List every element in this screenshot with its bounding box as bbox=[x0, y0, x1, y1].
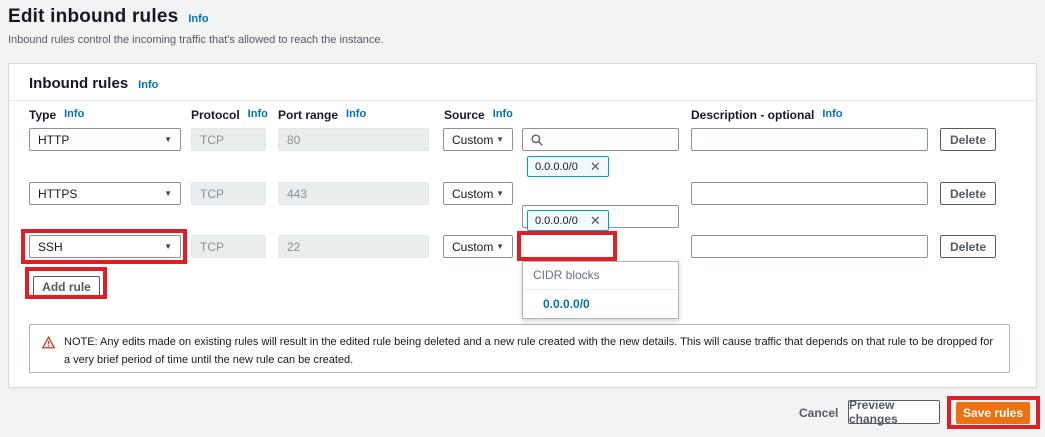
type-select-row3-value: SSH bbox=[38, 240, 63, 254]
column-header-port-range: Port range bbox=[278, 108, 338, 122]
protocol-value-row2: TCP bbox=[200, 187, 224, 201]
protocol-field-row2: TCP bbox=[191, 182, 266, 205]
add-rule-button[interactable]: Add rule bbox=[33, 276, 100, 298]
type-select-row2[interactable]: HTTPS ▼ bbox=[29, 182, 181, 205]
add-rule-button-label: Add rule bbox=[42, 280, 91, 294]
chevron-down-icon: ▼ bbox=[164, 136, 172, 144]
panel-title: Inbound rules bbox=[29, 75, 128, 92]
delete-button-row1[interactable]: Delete bbox=[940, 128, 996, 151]
chevron-down-icon: ▼ bbox=[164, 243, 172, 251]
type-select-row2-value: HTTPS bbox=[38, 187, 77, 201]
warning-icon bbox=[42, 336, 55, 349]
chevron-down-icon: ▼ bbox=[496, 190, 504, 198]
port-range-value-row2: 443 bbox=[287, 187, 307, 201]
protocol-field-row1: TCP bbox=[191, 128, 266, 151]
column-type-info-link[interactable]: Info bbox=[64, 108, 84, 122]
page-subtitle: Inbound rules control the incoming traff… bbox=[8, 34, 384, 46]
page-title: Edit inbound rules bbox=[8, 6, 178, 28]
delete-button-row3[interactable]: Delete bbox=[940, 235, 996, 258]
port-range-value-row1: 80 bbox=[287, 133, 300, 147]
cidr-chip-row1-value: 0.0.0.0/0 bbox=[535, 161, 578, 173]
cidr-chip-row2: 0.0.0.0/0 ✕ bbox=[527, 210, 609, 231]
source-select-row2[interactable]: Custom ▼ bbox=[443, 182, 513, 205]
panel-title-info-link[interactable]: Info bbox=[138, 79, 158, 91]
delete-button-row2-label: Delete bbox=[950, 187, 986, 201]
note-text: NOTE: Any edits made on existing rules w… bbox=[64, 334, 997, 363]
delete-button-row1-label: Delete bbox=[950, 133, 986, 147]
delete-button-row3-label: Delete bbox=[950, 240, 986, 254]
port-range-field-row2: 443 bbox=[278, 182, 429, 205]
panel-header: Inbound rules Info bbox=[9, 64, 1036, 101]
cidr-group-label: CIDR blocks bbox=[523, 262, 678, 290]
delete-button-row2[interactable]: Delete bbox=[940, 182, 996, 205]
column-header-type: Type bbox=[29, 108, 56, 122]
port-range-field-row1: 80 bbox=[278, 128, 429, 151]
remove-cidr-icon[interactable]: ✕ bbox=[590, 214, 601, 227]
source-select-row1-value: Custom bbox=[452, 133, 493, 147]
search-icon bbox=[531, 134, 543, 146]
preview-changes-button[interactable]: Preview changes bbox=[848, 400, 940, 424]
protocol-value-row3: TCP bbox=[200, 240, 224, 254]
port-range-field-row3: 22 bbox=[278, 235, 429, 258]
save-rules-button[interactable]: Save rules bbox=[956, 402, 1030, 424]
cancel-button[interactable]: Cancel bbox=[799, 406, 838, 420]
column-header-protocol: Protocol bbox=[191, 108, 240, 122]
type-select-row1-value: HTTP bbox=[38, 133, 69, 147]
protocol-value-row1: TCP bbox=[200, 133, 224, 147]
chevron-down-icon: ▼ bbox=[496, 243, 504, 251]
type-select-row3[interactable]: SSH ▼ bbox=[29, 235, 181, 258]
inbound-rules-panel: Inbound rules Info Type Info Protocol In… bbox=[8, 63, 1037, 388]
source-search-row1[interactable] bbox=[522, 128, 679, 151]
column-port-range-info-link[interactable]: Info bbox=[346, 108, 366, 122]
preview-changes-label: Preview changes bbox=[849, 398, 939, 426]
source-search-input-row1[interactable] bbox=[549, 133, 670, 147]
description-input-row3[interactable] bbox=[691, 235, 928, 258]
column-protocol-info-link[interactable]: Info bbox=[248, 108, 268, 122]
type-select-row1[interactable]: HTTP ▼ bbox=[29, 128, 181, 151]
column-description-info-link[interactable]: Info bbox=[822, 108, 842, 122]
page-title-info-link[interactable]: Info bbox=[188, 13, 208, 25]
save-rules-label: Save rules bbox=[963, 406, 1023, 420]
source-select-row1[interactable]: Custom ▼ bbox=[443, 128, 513, 151]
cidr-chip-row2-value: 0.0.0.0/0 bbox=[535, 215, 578, 227]
chevron-down-icon: ▼ bbox=[164, 190, 172, 198]
cidr-suggestion-dropdown: CIDR blocks 0.0.0.0/0 bbox=[522, 261, 679, 319]
cidr-chip-row1: 0.0.0.0/0 ✕ bbox=[527, 156, 609, 177]
port-range-value-row3: 22 bbox=[287, 240, 300, 254]
cidr-option[interactable]: 0.0.0.0/0 bbox=[523, 290, 678, 318]
source-select-row3[interactable]: Custom ▼ bbox=[443, 235, 513, 258]
description-input-row1[interactable] bbox=[691, 128, 928, 151]
description-input-row2[interactable] bbox=[691, 182, 928, 205]
note-banner: NOTE: Any edits made on existing rules w… bbox=[29, 324, 1010, 373]
source-select-row3-value: Custom bbox=[452, 240, 493, 254]
column-header-description: Description - optional bbox=[691, 108, 814, 122]
column-header-source: Source bbox=[444, 108, 485, 122]
remove-cidr-icon[interactable]: ✕ bbox=[590, 160, 601, 173]
column-source-info-link[interactable]: Info bbox=[493, 108, 513, 122]
source-select-row2-value: Custom bbox=[452, 187, 493, 201]
chevron-down-icon: ▼ bbox=[496, 136, 504, 144]
protocol-field-row3: TCP bbox=[191, 235, 266, 258]
